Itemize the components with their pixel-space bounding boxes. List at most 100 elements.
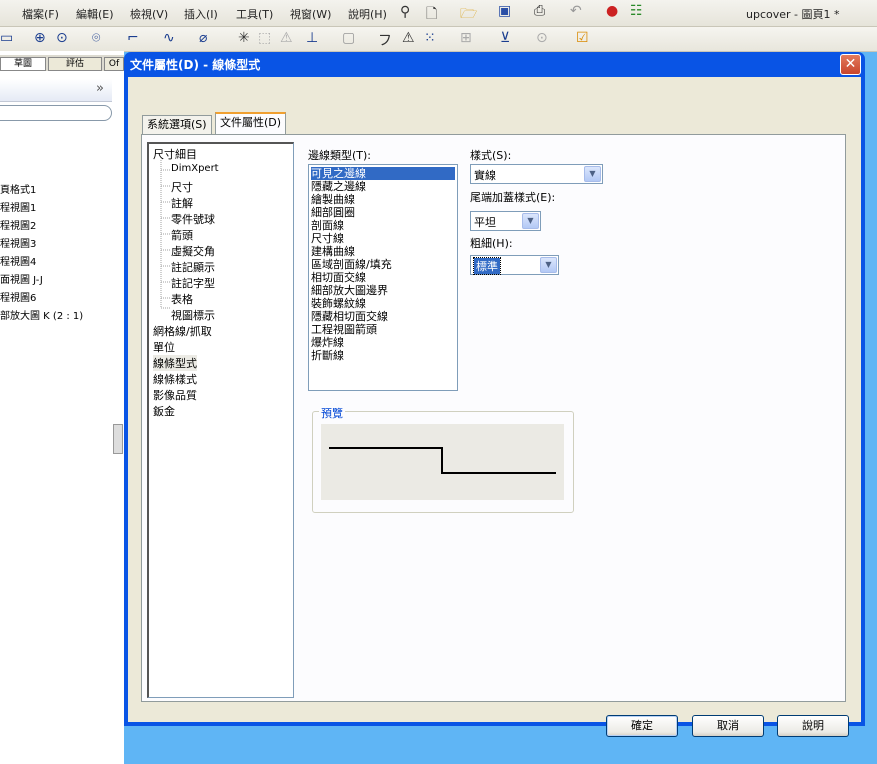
list-item[interactable]: 隱藏相切面交線 xyxy=(311,310,455,323)
menu-insert[interactable]: 插入(I) xyxy=(184,6,218,22)
list-item[interactable]: 剖面線 xyxy=(311,219,455,232)
thickness-label: 粗細(H): xyxy=(470,237,513,250)
grid-icon[interactable]: ⁙ xyxy=(424,30,436,46)
tree-node-dimxpert[interactable]: DimXpert xyxy=(171,163,219,174)
menu-window[interactable]: 視窗(W) xyxy=(290,6,331,22)
tree-row[interactable]: 程視圖2 xyxy=(0,217,36,232)
text-icon[interactable]: ⚠ xyxy=(280,30,293,46)
dimension-icon[interactable]: フ xyxy=(378,30,392,50)
tab-evaluate[interactable]: 評估 xyxy=(48,57,102,71)
rectangle-icon[interactable]: ▭ xyxy=(0,30,13,46)
menu-tools[interactable]: 工具(T) xyxy=(236,6,273,22)
polygon-icon[interactable]: ⌾ xyxy=(92,30,100,46)
list-item[interactable]: 相切面交線 xyxy=(311,271,455,284)
cancel-button[interactable]: 取消 xyxy=(692,715,764,737)
list-item[interactable]: 可見之邊線 xyxy=(311,167,455,180)
pane-search-field[interactable] xyxy=(0,105,112,121)
relation-icon[interactable]: ⊥ xyxy=(306,30,318,46)
offset-icon[interactable]: ▢ xyxy=(342,30,355,46)
menu-file[interactable]: 檔案(F) xyxy=(22,6,59,22)
expand-chevron-icon[interactable]: » xyxy=(96,81,104,96)
ok-button[interactable]: 確定 xyxy=(606,715,678,737)
traffic-light-icon[interactable]: ● xyxy=(606,3,618,19)
line-icon[interactable]: ⌐ xyxy=(127,30,139,46)
tree-row[interactable]: 程視圖1 xyxy=(0,199,36,214)
point-icon[interactable]: ✳ xyxy=(238,30,250,46)
tab-office[interactable]: Of xyxy=(104,57,124,71)
list-item[interactable]: 繪製曲線 xyxy=(311,193,455,206)
end-cap-label: 尾端加蓋樣式(E): xyxy=(470,191,556,204)
tree-row[interactable]: 程視圖3 xyxy=(0,235,36,250)
list-item[interactable]: 區域剖面線/填充 xyxy=(311,258,455,271)
chevron-down-icon[interactable]: ▼ xyxy=(522,213,539,229)
tab-sketch[interactable]: 草圖 xyxy=(0,57,46,71)
property-tree: 尺寸細目 DimXpert 尺寸 註解 零件號球 箭頭 虛擬交角 註記顯示 註記… xyxy=(147,142,294,698)
edge-type-list[interactable]: 可見之邊線 隱藏之邊線 繪製曲線 細部圓圈 剖面線 尺寸線 建構曲線 區域剖面線… xyxy=(308,164,458,391)
menu-help[interactable]: 說明(H) xyxy=(348,6,387,22)
tree-row[interactable]: 程視圖6 xyxy=(0,289,36,304)
tree-node-dimensions[interactable]: 尺寸 xyxy=(171,179,193,195)
pattern-icon[interactable]: ⊞ xyxy=(460,30,472,46)
tree-node-units[interactable]: 單位 xyxy=(153,339,175,355)
list-item[interactable]: 隱藏之邊線 xyxy=(311,180,455,193)
checklist-icon[interactable]: ☑ xyxy=(576,30,589,46)
list-item[interactable]: 細部圓圈 xyxy=(311,206,455,219)
undo-icon[interactable]: ↶ xyxy=(570,3,582,19)
style-dropdown[interactable]: 實線 ▼ xyxy=(470,164,603,184)
tree-node-balloons[interactable]: 零件號球 xyxy=(171,211,215,227)
circle-icon[interactable]: ⊕ xyxy=(34,30,46,46)
warning-icon[interactable]: ⚠ xyxy=(402,30,415,46)
tree-node-grid-snap[interactable]: 網格線/抓取 xyxy=(153,323,212,339)
list-item[interactable]: 折斷線 xyxy=(311,349,455,362)
tree-node-annotation-display[interactable]: 註記顯示 xyxy=(171,259,215,275)
tree-node-line-font[interactable]: 線條型式 xyxy=(153,355,197,371)
tab-document-properties[interactable]: 文件屬性(D) xyxy=(215,112,287,134)
tree-node-image-quality[interactable]: 影像品質 xyxy=(153,387,197,403)
tree-row[interactable]: 面視圖 J-J xyxy=(0,271,43,286)
spline-icon[interactable]: ∿ xyxy=(163,30,175,46)
arc-icon[interactable]: ⊙ xyxy=(56,30,68,46)
save-icon[interactable]: ▣ xyxy=(498,3,511,19)
end-cap-dropdown[interactable]: 平坦 ▼ xyxy=(470,211,541,231)
thickness-dropdown[interactable]: 標準 ▼ xyxy=(470,255,559,275)
list-item[interactable]: 工程視圖箭頭 xyxy=(311,323,455,336)
tree-node-arrows[interactable]: 箭頭 xyxy=(171,227,193,243)
pin-icon[interactable]: ⚲ xyxy=(400,4,410,20)
menu-edit[interactable]: 編輯(E) xyxy=(76,6,114,22)
tree-node-virtual-sharps[interactable]: 虛擬交角 xyxy=(171,243,215,259)
options-icon[interactable]: ☷ xyxy=(630,3,643,19)
new-document-icon[interactable]: 🗋 xyxy=(426,3,437,27)
list-item[interactable]: 爆炸線 xyxy=(311,336,455,349)
style-value: 實線 xyxy=(474,169,496,182)
chevron-down-icon[interactable]: ▼ xyxy=(540,257,557,273)
pane-splitter-handle[interactable] xyxy=(113,424,123,454)
menu-view[interactable]: 檢視(V) xyxy=(130,6,168,22)
ellipse-icon[interactable]: ⌀ xyxy=(199,30,207,46)
tree-node-view-labels[interactable]: 視圖標示 xyxy=(171,307,215,323)
list-item[interactable]: 細部放大圖邊界 xyxy=(311,284,455,297)
print-icon[interactable]: ⎙ xyxy=(534,3,545,19)
measure-icon[interactable]: ⊻ xyxy=(500,30,510,46)
tree-row[interactable]: 頁格式1 xyxy=(0,181,36,196)
help-button[interactable]: 說明 xyxy=(777,715,849,737)
tree-node-sheet-metal[interactable]: 鈑金 xyxy=(153,403,175,419)
tree-node-tables[interactable]: 表格 xyxy=(171,291,193,307)
tree-node-annotation-font[interactable]: 註記字型 xyxy=(171,275,215,291)
app-title: upcover - 圖頁1 * xyxy=(746,8,840,21)
tree-node-notes[interactable]: 註解 xyxy=(171,195,193,211)
open-folder-icon[interactable]: 🗁 xyxy=(460,3,477,27)
center-mark-icon[interactable]: ⊙ xyxy=(536,30,548,46)
list-item[interactable]: 建構曲線 xyxy=(311,245,455,258)
tree-row[interactable]: 程視圖4 xyxy=(0,253,36,268)
close-icon[interactable]: ✕ xyxy=(840,54,861,75)
tab-system-options[interactable]: 系統選項(S) xyxy=(142,115,212,134)
tree-row[interactable]: 部放大圖 K (2 : 1) xyxy=(0,307,83,322)
tree-node-line-style[interactable]: 線條樣式 xyxy=(153,371,197,387)
menu-bar: 檔案(F) 編輯(E) 檢視(V) 插入(I) 工具(T) 視窗(W) 說明(H… xyxy=(0,0,877,27)
list-item[interactable]: 裝飾螺紋線 xyxy=(311,297,455,310)
list-item[interactable]: 尺寸線 xyxy=(311,232,455,245)
pane-tab-strip: 草圖 評估 Of xyxy=(0,55,124,71)
sketch-toolbar: ▭ ⊕ ⊙ ⌾ ⌐ ∿ ⌀ ✳ ⬚ ⚠ ⊥ ▢ フ ⚠ ⁙ ⊞ ⊻ ⊙ ☑ xyxy=(0,27,877,52)
chevron-down-icon[interactable]: ▼ xyxy=(584,166,601,182)
construction-icon[interactable]: ⬚ xyxy=(258,30,271,46)
